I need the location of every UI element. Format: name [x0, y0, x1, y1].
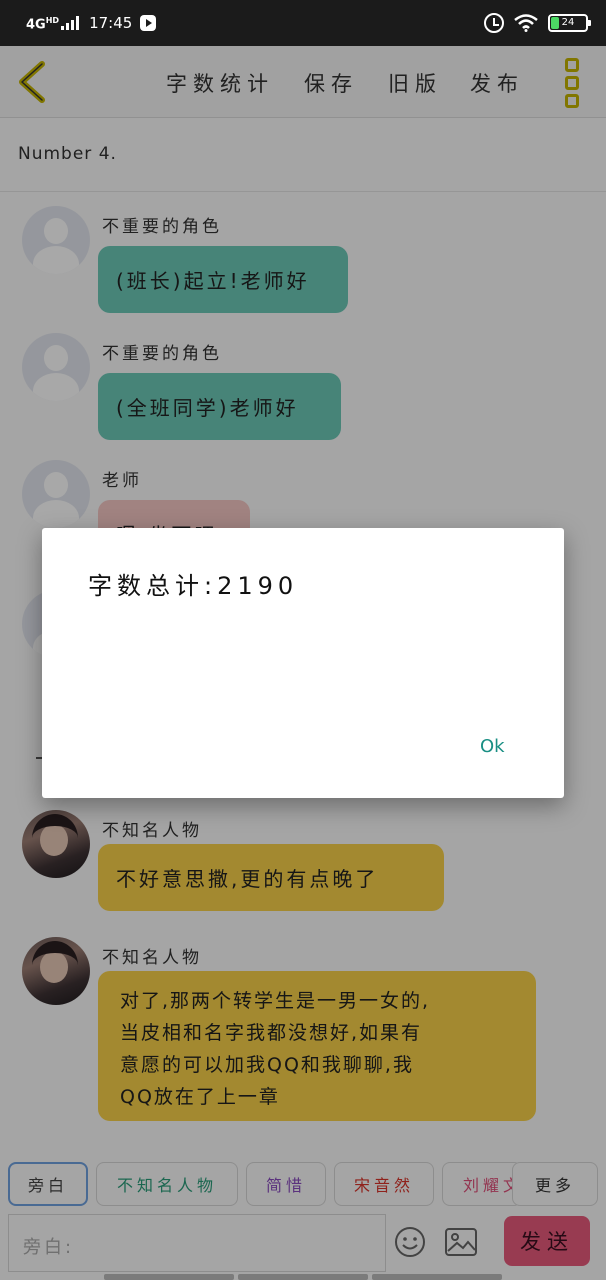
- wifi-icon: [514, 14, 538, 32]
- alarm-icon: [484, 13, 504, 33]
- word-count-dialog: 字数总计:2190 Ok: [42, 528, 564, 798]
- battery-icon: 24: [548, 14, 591, 32]
- clock: 17:45: [89, 14, 133, 32]
- dialog-message: 字数总计:2190: [88, 572, 299, 600]
- status-bar: 4GHD 17:45 24: [0, 0, 606, 46]
- ok-button[interactable]: Ok: [474, 732, 511, 761]
- signal-icon: [61, 16, 80, 30]
- media-play-icon: [140, 15, 157, 31]
- network-indicator: 4GHD: [26, 16, 60, 33]
